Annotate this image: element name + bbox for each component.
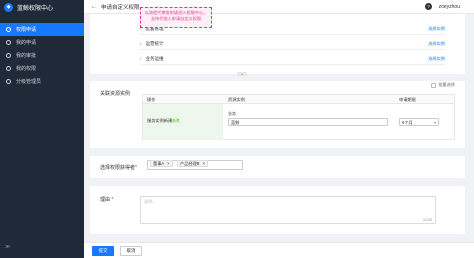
sidebar-item-label: 我的申请: [16, 40, 37, 46]
shield-icon: ◆: [4, 2, 13, 12]
footer: 提交 取消: [84, 242, 474, 258]
required-mark: *: [135, 165, 137, 171]
chevron-right-icon: ›: [140, 56, 142, 61]
operation-name: 服务实例新建: [147, 118, 173, 123]
grantee-card: 选择权限获得者* 董事A × 产品经理B ×: [90, 156, 465, 178]
submit-button[interactable]: 提交: [92, 246, 114, 256]
close-icon[interactable]: ×: [167, 161, 169, 166]
help-icon[interactable]: ?: [425, 3, 432, 10]
sidebar-item-grade-admin[interactable]: 分级管理员: [0, 75, 84, 88]
annotation-tooltip: 以流程代审批申请进入权限中心， 支持代他人申请自定义权限: [140, 7, 212, 28]
expand-handle[interactable]: ▴: [237, 72, 247, 76]
grantee-tag[interactable]: 董事A ×: [150, 160, 173, 167]
all-select-checkbox[interactable]: 批量选择: [431, 82, 455, 88]
logo-row: ◆ 蓝鲸权限中心: [0, 0, 84, 14]
list-icon: [6, 40, 11, 45]
operation-edit-link[interactable]: 修改: [171, 118, 179, 124]
column-header: 资源实例: [228, 97, 245, 102]
user-name[interactable]: zoeyzhou: [439, 4, 460, 10]
tooltip-line: 支持代他人申请自定义权限: [150, 16, 202, 21]
resource-label: 业务: [228, 111, 236, 116]
sidebar-item-my-approval[interactable]: 我的审批: [0, 49, 84, 62]
grantee-label-text: 选择权限获得者: [100, 165, 136, 171]
users-icon: [6, 79, 11, 84]
select-instance-link[interactable]: 选择实例: [428, 56, 445, 62]
chevron-right-icon: ›: [140, 41, 142, 46]
sidebar-item-label: 权限申请: [16, 27, 37, 33]
reason-card: 理由 * 说明... 0/255: [90, 186, 465, 234]
back-icon[interactable]: ←: [91, 4, 97, 10]
perm-row[interactable]: › 运营统计 选择实例: [140, 38, 445, 50]
instance-table: 操作 资源实例 申请期限 服务实例新建 修改 业务 蓝鲸 6个月 ▾: [142, 94, 455, 140]
required-mark: *: [111, 197, 114, 203]
perm-label: 运营统计: [145, 40, 164, 46]
table-header: 操作 资源实例 申请期限: [143, 95, 454, 104]
close-icon[interactable]: ×: [203, 161, 205, 166]
sidebar-item-my-apply[interactable]: 我的申请: [0, 36, 84, 49]
section-label: 关联资源实例: [100, 91, 131, 97]
sidebar-item-label: 我的审批: [16, 53, 37, 59]
tag-label: 董事A: [153, 160, 165, 166]
sidebar-item-label: 分级管理员: [16, 79, 42, 85]
reason-textarea[interactable]: 说明... 0/255: [140, 196, 436, 224]
char-count: 0/255: [423, 218, 432, 222]
reason-label-text: 理由: [100, 197, 111, 203]
grantee-tag[interactable]: 产品经理B ×: [177, 160, 208, 167]
sidebar-item-apply[interactable]: 权限申请: [0, 23, 84, 36]
reason-label: 理由 *: [100, 196, 113, 203]
period-value: 6个月: [402, 120, 413, 125]
cancel-button[interactable]: 取消: [120, 246, 142, 256]
select-instance-link[interactable]: 选择实例: [428, 41, 445, 47]
period-select[interactable]: 6个月 ▾: [399, 118, 439, 126]
tag-label: 产品经理B: [180, 160, 200, 166]
key-icon: [6, 66, 11, 71]
apply-icon: [6, 27, 11, 32]
related-instance-card: 关联资源实例 批量选择 操作 资源实例 申请期限 服务实例新建 修改 业务 蓝鲸…: [90, 81, 465, 148]
select-instance-link[interactable]: 选择实例: [428, 26, 445, 32]
collapse-icon[interactable]: ≫: [5, 244, 10, 250]
column-header: 申请期限: [399, 97, 416, 102]
perm-label: 业务运维: [145, 55, 164, 61]
checkbox-icon: [431, 82, 437, 88]
perm-row[interactable]: › 业务运维 选择实例: [140, 53, 445, 65]
app-title: 蓝鲸权限中心: [17, 5, 54, 12]
reason-placeholder: 说明...: [144, 199, 156, 204]
resource-value: 蓝鲸: [231, 120, 240, 125]
column-header: 操作: [147, 97, 156, 102]
chevron-down-icon: ▾: [433, 120, 436, 125]
resource-input[interactable]: 蓝鲸: [228, 118, 388, 126]
checkbox-label: 批量选择: [438, 82, 455, 87]
page-title: 申请自定义权限: [101, 4, 140, 11]
approval-icon: [6, 53, 11, 58]
sidebar: ◆ 蓝鲸权限中心 权限申请 我的申请 我的审批 我的权限 分级管理员 ≫: [0, 0, 84, 258]
grantee-label: 选择权限获得者*: [100, 164, 137, 171]
sidebar-item-label: 我的权限: [16, 66, 37, 72]
sidebar-item-my-perm[interactable]: 我的权限: [0, 62, 84, 75]
